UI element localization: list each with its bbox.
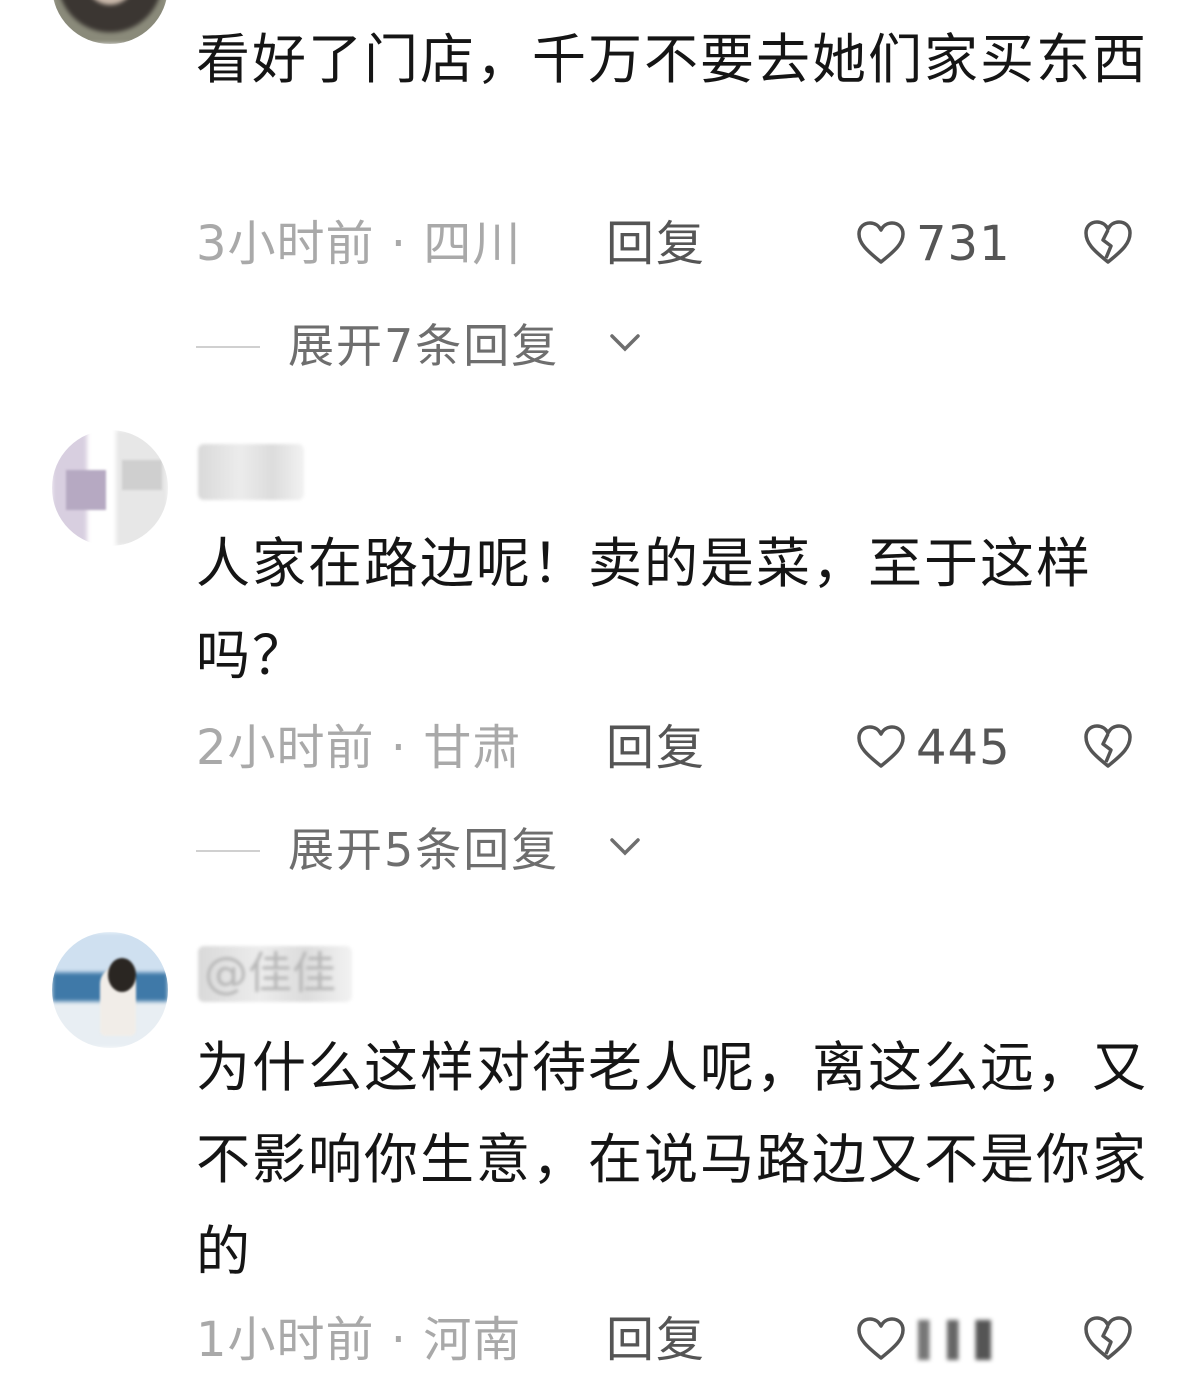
like-count: 445 [916,720,1011,776]
heart-outline-icon [857,1317,905,1360]
avatar-hair [108,958,136,992]
expand-replies-label: 展开7条回复 [288,319,560,373]
reply-button[interactable]: 回复 [606,212,706,276]
divider-line [196,850,260,852]
dislike-button[interactable] [1082,1314,1134,1378]
comment-text: 为什么这样对待老人呢，离这么远，又不影响你生意，在说马路边又不是你家的 [196,1036,1148,1283]
comment-meta: 3小时前 · 四川 回复 731 [196,212,1156,276]
comment-time-location: 2小时前 · 甘肃 [196,720,522,776]
expand-replies-label: 展开5条回复 [288,823,560,877]
username[interactable]: @佳佳 [198,946,352,1002]
divider-line [196,346,260,348]
comment-time-location: 1小时前 · 河南 [196,1312,522,1368]
obscured-like-count [918,1320,1014,1360]
dislike-button[interactable] [1082,722,1134,786]
reply-button[interactable]: 回复 [606,1308,706,1372]
heart-outline-icon [857,725,905,768]
avatar[interactable] [52,0,168,44]
comment-meta: 1小时前 · 河南 回复 [196,1308,1156,1372]
heart-outline-icon [857,221,905,264]
reply-button[interactable]: 回复 [606,716,706,780]
dislike-button[interactable] [1082,218,1134,282]
broken-heart-icon [1084,220,1132,264]
chevron-down-icon [610,838,640,856]
avatar-mosaic [122,460,162,490]
broken-heart-icon [1084,1316,1132,1360]
avatar[interactable] [52,932,168,1048]
chevron-down-icon [610,334,640,352]
avatar-mosaic [66,470,106,510]
broken-heart-icon [1084,724,1132,768]
comment-meta: 2小时前 · 甘肃 回复 445 [196,716,1156,780]
comment-text: 看好了门店，千万不要去她们家买东西 [196,28,1148,91]
like-count: 731 [916,216,1011,272]
comment-text: 人家在路边呢！卖的是菜，至于这样吗？ [196,532,1092,687]
username[interactable] [198,444,304,500]
comment-time-location: 3小时前 · 四川 [196,216,522,272]
avatar[interactable] [52,430,168,546]
